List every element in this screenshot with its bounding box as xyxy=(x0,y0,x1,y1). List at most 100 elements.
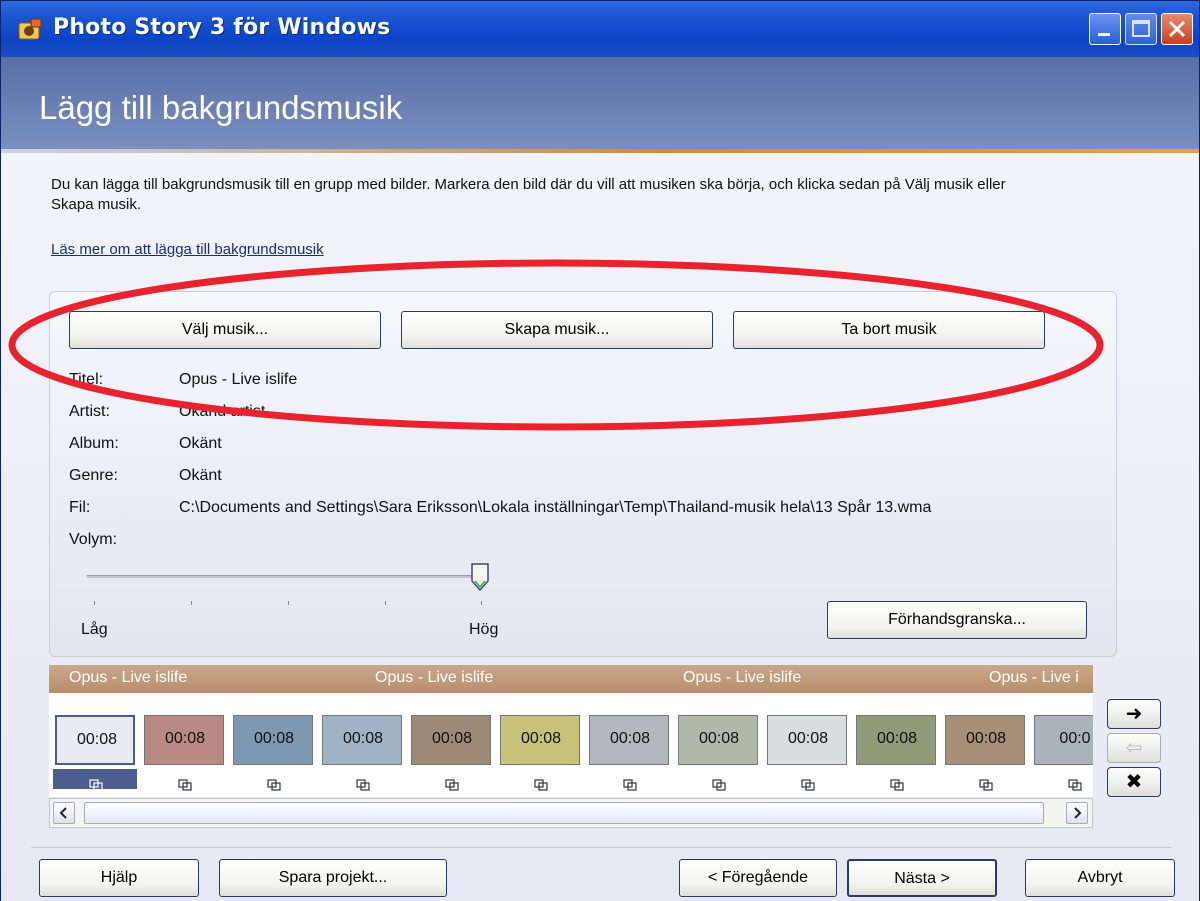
thumbnail-duration: 00:08 xyxy=(76,731,118,748)
create-music-button[interactable]: Skapa musik... xyxy=(401,311,713,349)
move-left-button[interactable]: ⇦ xyxy=(1107,733,1161,763)
music-track-label: Opus - Live islife xyxy=(69,669,188,686)
chevron-left-icon xyxy=(59,807,67,819)
help-label: Hjälp xyxy=(100,869,138,886)
motion-icon[interactable] xyxy=(445,779,459,791)
create-music-label: Skapa musik... xyxy=(504,321,610,338)
motion-icon[interactable] xyxy=(890,779,904,791)
music-track-bar: Opus - Live islife Opus - Live islife Op… xyxy=(49,665,1093,693)
help-link[interactable]: Läs mer om att lägga till bakgrundsmusik xyxy=(51,241,324,258)
preview-button[interactable]: Förhandsgranska... xyxy=(827,601,1087,639)
artist-label: Artist: xyxy=(69,403,110,420)
filmstrip[interactable]: 00:08 00:08 00:08 00:08 00:08 00:08 00:08 00:08… xyxy=(49,693,1093,797)
genre-label: Genre: xyxy=(69,467,118,484)
album-value: Okänt xyxy=(179,435,222,452)
thumbnail[interactable]: 00:08 xyxy=(856,715,936,765)
motion-icon[interactable] xyxy=(89,779,103,791)
motion-icon[interactable] xyxy=(712,779,726,791)
move-right-button[interactable]: ➜ xyxy=(1107,699,1161,729)
thumbnail-duration: 00:08 xyxy=(431,730,473,747)
choose-music-label: Välj musik... xyxy=(181,321,269,338)
cancel-button[interactable]: Avbryt xyxy=(1025,859,1175,897)
minimize-button[interactable] xyxy=(1089,13,1121,45)
thumbnail-duration: 00:08 xyxy=(698,730,740,747)
remove-music-label: Ta bort musik xyxy=(841,321,937,338)
thumbnail-duration: 00:08 xyxy=(876,730,918,747)
cancel-label: Avbryt xyxy=(1077,869,1123,886)
volume-tick xyxy=(481,601,482,605)
thumbnail[interactable]: 00:08 xyxy=(589,715,669,765)
previous-button[interactable]: < Föregående xyxy=(679,859,837,897)
thumbnail-duration: 00:08 xyxy=(253,730,295,747)
music-track-label: Opus - Live islife xyxy=(375,669,494,686)
title-bar[interactable]: Photo Story 3 för Windows xyxy=(1,1,1199,57)
maximize-icon xyxy=(1132,20,1150,37)
volume-slider-thumb[interactable] xyxy=(471,563,489,591)
footer-separator xyxy=(31,847,1171,848)
volume-label: Volym: xyxy=(69,531,118,548)
album-label: Album: xyxy=(69,435,119,452)
motion-icon[interactable] xyxy=(356,779,370,791)
filmstrip-scrollbar[interactable] xyxy=(49,798,1093,828)
close-icon xyxy=(1168,20,1186,38)
volume-tick xyxy=(94,601,95,605)
maximize-button[interactable] xyxy=(1125,13,1157,45)
genre-value: Okänt xyxy=(179,467,222,484)
delete-icon: ✖ xyxy=(1125,771,1143,793)
thumbnail[interactable]: 00:08 xyxy=(678,715,758,765)
thumbnail-duration: 00:08 xyxy=(965,730,1007,747)
thumbnail-duration: 00:08 xyxy=(342,730,384,747)
thumbnail[interactable]: 00:08 xyxy=(233,715,313,765)
file-path-value: C:\Documents and Settings\Sara Eriksson\… xyxy=(179,499,932,516)
choose-music-button[interactable]: Välj musik... xyxy=(69,311,381,349)
motion-icon[interactable] xyxy=(979,779,993,791)
window-title: Photo Story 3 för Windows xyxy=(53,15,391,40)
previous-label: < Föregående xyxy=(707,869,809,886)
help-button[interactable]: Hjälp xyxy=(39,859,199,897)
preview-label: Förhandsgranska... xyxy=(888,611,1026,628)
motion-icon[interactable] xyxy=(801,779,815,791)
motion-icon[interactable] xyxy=(534,779,548,791)
page-title: Lägg till bakgrundsmusik xyxy=(39,89,403,126)
thumbnail[interactable]: 00:08 xyxy=(945,715,1025,765)
thumbnail[interactable]: 00:08 xyxy=(322,715,402,765)
scroll-left-button[interactable] xyxy=(53,802,75,824)
next-button[interactable]: Nästa > xyxy=(847,859,997,897)
motion-icon[interactable] xyxy=(178,779,192,791)
thumbnail-duration: 00:08 xyxy=(520,730,562,747)
photo-story-app-icon xyxy=(18,18,42,40)
thumbnail[interactable]: 00:08 xyxy=(767,715,847,765)
motion-icon[interactable] xyxy=(267,779,281,791)
scroll-right-button[interactable] xyxy=(1066,802,1088,824)
volume-tick xyxy=(288,601,289,605)
thumbnail-duration: 00:0 xyxy=(1059,730,1091,747)
motion-icon[interactable] xyxy=(1068,779,1082,791)
arrow-left-icon: ⇦ xyxy=(1125,737,1143,759)
thumbnail[interactable]: 00:08 xyxy=(500,715,580,765)
file-label: Fil: xyxy=(69,499,91,516)
volume-low-label: Låg xyxy=(81,621,108,638)
save-project-button[interactable]: Spara projekt... xyxy=(219,859,447,897)
minimize-icon xyxy=(1098,33,1110,36)
thumbnail-duration: 00:08 xyxy=(787,730,829,747)
volume-tick xyxy=(191,601,192,605)
volume-slider-track[interactable] xyxy=(87,575,483,578)
close-button[interactable] xyxy=(1161,13,1193,45)
thumbnail-duration: 00:08 xyxy=(164,730,206,747)
arrow-right-icon: ➜ xyxy=(1125,703,1143,725)
volume-tick xyxy=(385,601,386,605)
thumbnail[interactable]: 00:08 xyxy=(411,715,491,765)
thumbnail-duration: 00:08 xyxy=(609,730,651,747)
remove-music-button[interactable]: Ta bort musik xyxy=(733,311,1045,349)
instructions-text: Du kan lägga till bakgrundsmusik till en… xyxy=(51,176,1006,213)
thumbnail[interactable]: 00:08 xyxy=(144,715,224,765)
music-track-label: Opus - Live i xyxy=(989,669,1079,686)
chevron-right-icon xyxy=(1074,807,1082,819)
motion-icon[interactable] xyxy=(623,779,637,791)
thumbnail[interactable]: 00:08 xyxy=(55,715,135,765)
delete-picture-button[interactable]: ✖ xyxy=(1107,767,1161,797)
scroll-thumb[interactable] xyxy=(84,802,1044,824)
thumbnail[interactable]: 00:0 xyxy=(1034,715,1093,765)
app-window: Photo Story 3 för Windows Lägg till bakg… xyxy=(0,0,1200,901)
save-project-label: Spara projekt... xyxy=(278,869,388,886)
